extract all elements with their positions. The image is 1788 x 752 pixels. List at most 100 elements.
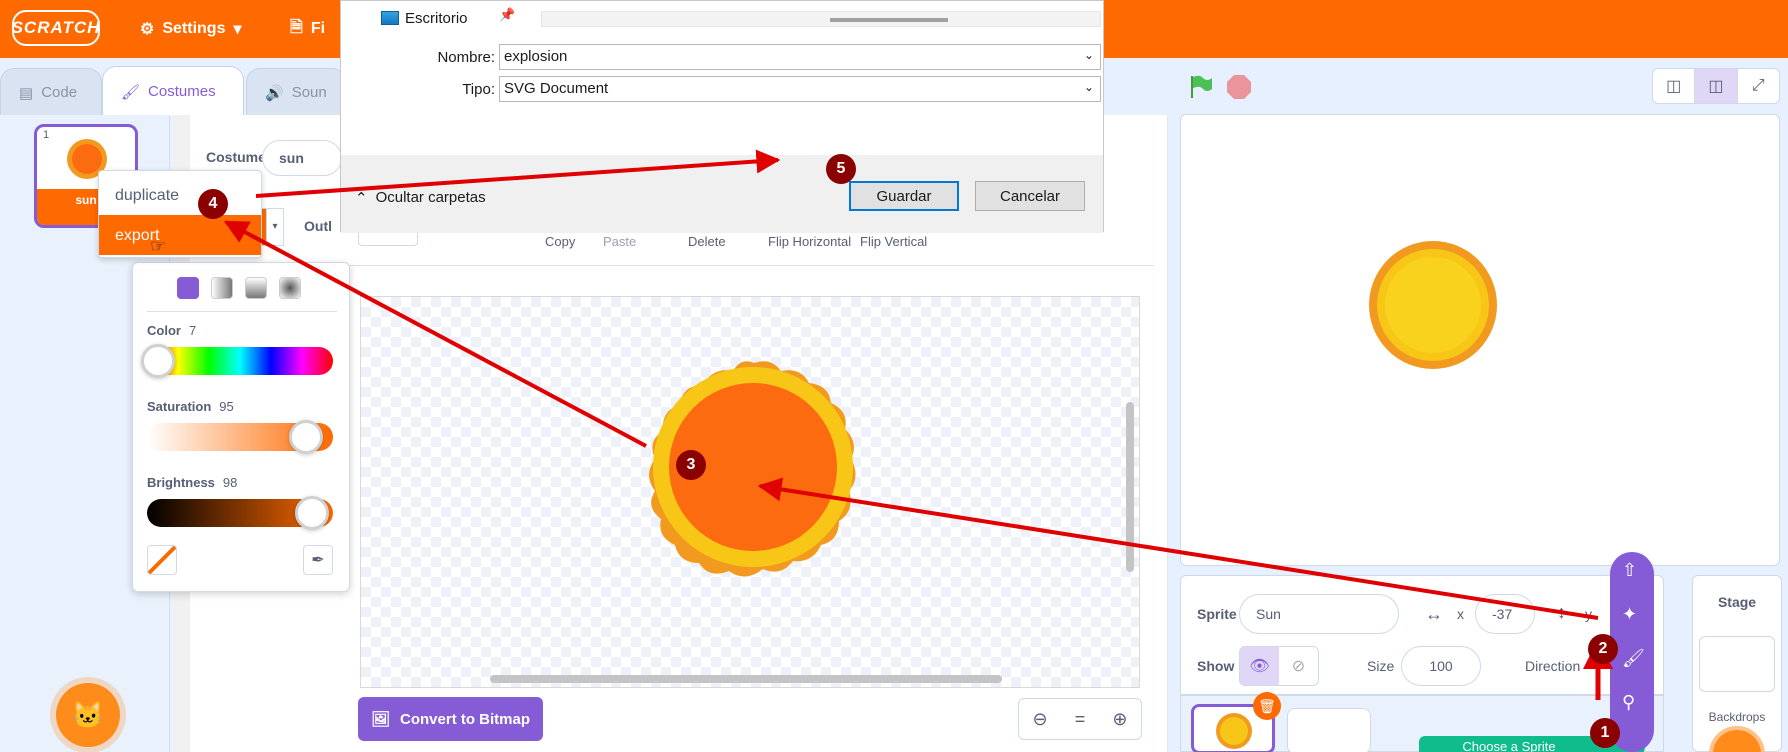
color-slider-knob[interactable] <box>141 344 175 378</box>
settings-menu[interactable]: ⚙ Settings ▾ <box>140 10 242 48</box>
tab-costumes[interactable]: 🖌 Costumes <box>102 66 244 116</box>
stage-view-buttons: ◫ ◫ ⤢ <box>1652 68 1780 104</box>
normal-stage-icon[interactable]: ◫ <box>1695 69 1738 103</box>
add-backdrop-button[interactable] <box>1709 726 1765 752</box>
paste-button[interactable]: Paste <box>603 234 636 249</box>
sprite-list: 🗑 Choose a Sprite <box>1180 692 1664 752</box>
tab-sounds[interactable]: 🔊 Soun <box>246 68 346 116</box>
hide-folders-toggle[interactable]: ⌃ Ocultar carpetas <box>355 189 486 207</box>
cat-plus-icon: 🐱 <box>71 699 105 730</box>
file-icon: 🗎 <box>290 18 303 36</box>
name-dropdown-icon[interactable]: ⌄ <box>1084 48 1094 62</box>
copy-button[interactable]: Copy <box>545 234 575 249</box>
dialog-location-bar: Escritorio 📌 <box>341 1 1103 35</box>
flip-vertical-button[interactable]: Flip Vertical <box>860 234 927 249</box>
hide-folders-label: Ocultar carpetas <box>375 189 486 206</box>
outline-label: Outl <box>304 218 332 234</box>
sun-drawing[interactable] <box>361 297 1141 689</box>
sprite-name-input[interactable]: Sun <box>1239 594 1399 634</box>
saturation-slider-knob[interactable] <box>289 420 323 454</box>
tab-code[interactable]: ▤ Code <box>0 68 102 116</box>
stage-thumbnail[interactable] <box>1699 636 1775 692</box>
eyedropper-icon[interactable]: ✒ <box>303 545 333 575</box>
green-flag-icon[interactable] <box>1188 74 1214 100</box>
delete-button[interactable]: Delete <box>688 234 726 249</box>
tab-sounds-label: Soun <box>291 84 327 101</box>
chevron-down-icon: ▾ <box>233 21 242 38</box>
annotation-badge-2: 2 <box>1588 634 1618 664</box>
drawing-canvas[interactable] <box>360 296 1140 688</box>
file-label: Fi <box>310 20 326 37</box>
type-dropdown-icon[interactable]: ⌄ <box>1084 80 1094 94</box>
show-eye-icon[interactable]: 👁 <box>1240 647 1279 685</box>
annotation-badge-5: 5 <box>826 154 856 184</box>
search-icon[interactable]: ⚲ <box>1622 692 1635 713</box>
zoom-in-icon[interactable]: ⊕ <box>1112 709 1127 730</box>
file-name-value: explosion <box>504 48 568 65</box>
y-arrow-icon: ↕ <box>1557 602 1566 622</box>
cancel-button[interactable]: Cancelar <box>975 181 1085 211</box>
hand-cursor-icon: ☞ <box>150 236 167 256</box>
brightness-slider-value: 98 <box>222 475 238 490</box>
no-fill-icon[interactable] <box>147 545 177 575</box>
stage[interactable] <box>1180 114 1780 566</box>
small-stage-icon[interactable]: ◫ <box>1653 69 1696 103</box>
flip-horizontal-button[interactable]: Flip Horizontal <box>768 234 851 249</box>
backdrops-label: Backdrops <box>1708 710 1766 724</box>
fill-dropdown-icon[interactable]: ▾ <box>266 208 284 246</box>
horizontal-gradient-swatch[interactable] <box>211 277 233 299</box>
canvas-horizontal-scrollbar[interactable] <box>490 675 1002 683</box>
convert-to-bitmap-label: Convert to Bitmap <box>400 710 531 728</box>
stop-icon[interactable] <box>1226 74 1252 100</box>
paint-icon[interactable]: 🖌 <box>1622 648 1645 669</box>
brightness-slider-knob[interactable] <box>295 496 329 530</box>
costume-context-menu: duplicate export <box>98 170 262 258</box>
stage-panel-title: Stage <box>1717 594 1757 610</box>
canvas-vertical-scrollbar[interactable] <box>1126 402 1134 572</box>
color-slider-value: 7 <box>188 323 197 338</box>
location-label: Escritorio <box>405 9 468 27</box>
speaker-icon: 🔊 <box>265 84 284 102</box>
costume-name-input[interactable]: sun <box>262 140 342 176</box>
direction-label: Direction <box>1525 658 1581 674</box>
brush-icon: 🖌 <box>121 83 141 101</box>
convert-to-bitmap-button[interactable]: 🖼 Convert to Bitmap <box>358 697 543 741</box>
delete-sprite-icon[interactable]: 🗑 <box>1253 692 1281 720</box>
file-type-select[interactable]: SVG Document ⌄ <box>499 76 1101 102</box>
size-input[interactable]: 100 <box>1401 646 1481 686</box>
solid-fill-swatch[interactable] <box>177 277 199 299</box>
sprite-thumbnail-empty[interactable] <box>1287 708 1371 752</box>
x-input[interactable]: -37 <box>1475 594 1535 634</box>
scratch-logo[interactable]: SCRATCH <box>12 10 100 46</box>
radial-gradient-swatch[interactable] <box>279 277 301 299</box>
surprise-icon[interactable]: ✦ <box>1622 604 1637 625</box>
desktop-icon <box>381 11 399 25</box>
upload-icon[interactable]: ⇧ <box>1622 560 1637 581</box>
swatch-divider <box>147 311 337 312</box>
chevron-up-icon: ⌃ <box>355 190 368 207</box>
save-file-dialog: Escritorio 📌 Nombre: explosion ⌄ Tipo: SV… <box>340 0 1104 233</box>
file-name-input[interactable]: explosion ⌄ <box>499 44 1101 70</box>
vertical-gradient-swatch[interactable] <box>245 277 267 299</box>
stage-sun-sprite[interactable] <box>1363 235 1503 375</box>
hide-eye-icon[interactable]: ⊘ <box>1279 647 1318 685</box>
zoom-controls: ⊖ = ⊕ <box>1018 698 1142 740</box>
dialog-scrollbar[interactable] <box>541 11 1101 27</box>
save-button[interactable]: Guardar <box>849 181 959 211</box>
export-menu-item[interactable]: export <box>99 215 261 255</box>
dialog-body: Nombre: explosion ⌄ Tipo: SVG Document ⌄ <box>341 35 1103 155</box>
size-label: Size <box>1367 658 1395 674</box>
x-arrow-icon: ↔ <box>1425 604 1443 624</box>
fullscreen-icon[interactable]: ⤢ <box>1738 69 1779 103</box>
visibility-toggle: 👁 ⊘ <box>1239 646 1319 686</box>
brightness-slider-label: Brightness 98 <box>147 475 238 490</box>
zoom-reset-icon[interactable]: = <box>1075 709 1086 730</box>
code-icon: ▤ <box>19 84 34 102</box>
pin-icon[interactable]: 📌 <box>499 7 515 23</box>
duplicate-menu-item[interactable]: duplicate <box>99 175 261 215</box>
add-costume-button[interactable]: 🐱 <box>56 683 120 747</box>
file-menu[interactable]: 🗎 Fi <box>290 10 325 48</box>
x-label: x <box>1457 606 1464 622</box>
stage-panel[interactable]: Stage Backdrops <box>1692 575 1782 752</box>
zoom-out-icon[interactable]: ⊖ <box>1033 709 1048 730</box>
